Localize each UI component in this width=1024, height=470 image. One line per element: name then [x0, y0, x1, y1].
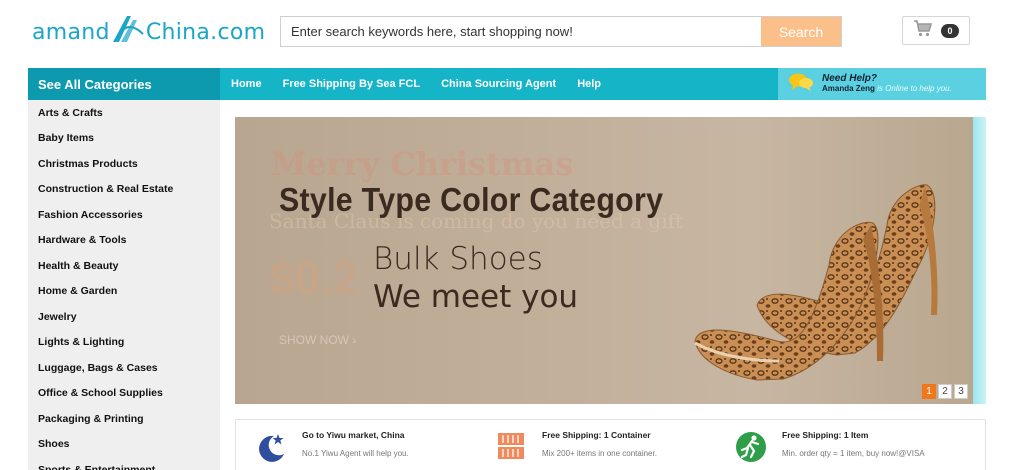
- help-status: is Online to help you.: [877, 84, 952, 93]
- logo-mark-icon: [111, 14, 145, 50]
- cart-count-badge: 0: [941, 23, 959, 38]
- main-nav: See All Categories Home Free Shipping By…: [28, 68, 986, 100]
- category-item[interactable]: Fashion Accessories: [28, 202, 220, 228]
- category-item[interactable]: Home & Garden: [28, 279, 220, 305]
- category-item[interactable]: Arts & Crafts: [28, 100, 220, 126]
- nav-links: Home Free Shipping By Sea FCL China Sour…: [220, 68, 611, 100]
- category-item[interactable]: Christmas Products: [28, 151, 220, 177]
- container-icon: [498, 433, 524, 459]
- search-input[interactable]: [281, 17, 761, 46]
- feature-desc: Mix 200+ items in one container.: [542, 449, 657, 458]
- hero-banner[interactable]: Merry Christmas Santa Claus is coming do…: [235, 117, 973, 404]
- nav-link-help[interactable]: Help: [577, 78, 601, 90]
- slide-dot-1[interactable]: 1: [922, 384, 936, 399]
- need-help-widget[interactable]: Need Help? Amanda Zeng is Online to help…: [778, 68, 986, 100]
- feature-title: Free Shipping: 1 Item: [782, 430, 869, 440]
- help-text: Need Help? Amanda Zeng is Online to help…: [822, 74, 952, 94]
- cart-icon: [913, 19, 933, 42]
- banner-ghost-title: Merry Christmas: [271, 145, 574, 183]
- page: amand China.com Search 0 See All Categor…: [0, 0, 1024, 470]
- see-all-categories-button[interactable]: See All Categories: [28, 68, 220, 100]
- help-title: Need Help?: [822, 73, 878, 84]
- chat-bubbles-icon: [788, 72, 814, 97]
- star-moon-icon: [259, 434, 284, 462]
- category-item[interactable]: Construction & Real Estate: [28, 177, 220, 203]
- features-strip: Go to Yiwu market, China No.1 Yiwu Agent…: [235, 419, 986, 470]
- banner-ghost-cta: SHOW NOW ›: [279, 333, 357, 347]
- leopard-heels-image: [694, 184, 938, 381]
- feature-title: Free Shipping: 1 Container: [542, 430, 651, 440]
- slide-dot-3[interactable]: 3: [954, 384, 968, 399]
- feature-item[interactable]: Free Shipping: 1 Container Mix 200+ item…: [494, 420, 734, 470]
- feature-desc: No.1 Yiwu Agent will help you.: [302, 449, 409, 458]
- help-agent-name: Amanda Zeng: [822, 84, 875, 93]
- category-item[interactable]: Jewelry: [28, 304, 220, 330]
- site-logo[interactable]: amand China.com: [32, 14, 265, 50]
- feature-title: Go to Yiwu market, China: [302, 430, 405, 440]
- nav-link-home[interactable]: Home: [231, 78, 262, 90]
- nav-link-free-shipping[interactable]: Free Shipping By Sea FCL: [283, 78, 421, 90]
- category-item[interactable]: Packaging & Printing: [28, 406, 220, 432]
- banner-title: Style Type Color Category: [279, 181, 664, 218]
- feature-item[interactable]: Go to Yiwu market, China No.1 Yiwu Agent…: [254, 420, 494, 470]
- category-item[interactable]: Sports & Entertainment: [28, 457, 220, 470]
- feature-item[interactable]: Free Shipping: 1 Item Min. order qty = 1…: [734, 420, 974, 470]
- slide-dot-2[interactable]: 2: [938, 384, 952, 399]
- category-item[interactable]: Baby Items: [28, 126, 220, 152]
- slide-pagination: 1 2 3: [922, 384, 968, 399]
- category-item[interactable]: Lights & Lighting: [28, 330, 220, 356]
- category-item[interactable]: Health & Beauty: [28, 253, 220, 279]
- logo-text-right: China.com: [145, 19, 266, 45]
- category-item[interactable]: Luggage, Bags & Cases: [28, 355, 220, 381]
- banner-ghost-price: $0.2: [269, 252, 359, 304]
- delivery-runner-icon: [736, 432, 766, 462]
- logo-text-left: amand: [32, 19, 110, 45]
- banner-line-2: We meet you: [373, 279, 579, 315]
- category-sidebar: Arts & Crafts Baby Items Christmas Produ…: [28, 100, 220, 470]
- nav-link-sourcing-agent[interactable]: China Sourcing Agent: [441, 78, 556, 90]
- category-item[interactable]: Hardware & Tools: [28, 228, 220, 254]
- banner-line-1: Bulk Shoes: [373, 241, 543, 277]
- category-item[interactable]: Office & School Supplies: [28, 381, 220, 407]
- search-bar: Search: [280, 16, 842, 47]
- banner-next-edge: [973, 117, 986, 404]
- feature-desc: Min. order qty = 1 item, buy now!@VISA: [782, 449, 925, 458]
- search-button[interactable]: Search: [761, 17, 841, 46]
- category-item[interactable]: Shoes: [28, 432, 220, 458]
- cart-button[interactable]: 0: [902, 16, 970, 45]
